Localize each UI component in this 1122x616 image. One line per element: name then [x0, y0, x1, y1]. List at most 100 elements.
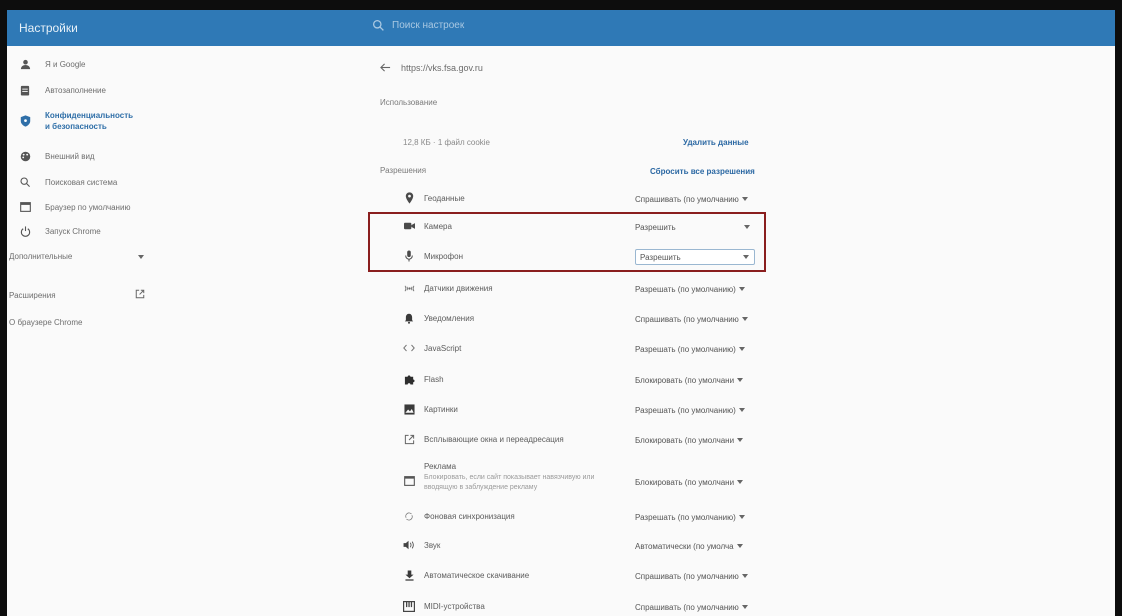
permission-value: Спрашивать (по умолчанию: [635, 314, 739, 324]
permission-select[interactable]: Спрашивать (по умолчанию: [635, 311, 755, 327]
sidebar-advanced-toggle[interactable]: Дополнительные: [9, 252, 144, 261]
permission-value: Спрашивать (по умолчанию: [635, 602, 739, 612]
permission-value: Спрашивать (по умолчанию: [635, 194, 739, 204]
permission-select[interactable]: Разрешать (по умолчанию): [635, 341, 755, 357]
permission-select[interactable]: Блокировать (по умолчани: [635, 432, 755, 448]
popup-icon: [403, 433, 415, 445]
permission-row-flash: Flash Блокировать (по умолчани: [365, 370, 765, 390]
chevron-down-icon: [737, 438, 744, 442]
permission-select[interactable]: Спрашивать (по умолчанию: [635, 568, 755, 584]
permission-select[interactable]: Разрешать (по умолчанию): [635, 509, 755, 525]
site-header: https://vks.fsa.gov.ru: [380, 62, 483, 73]
sidebar-item-on-startup[interactable]: Запуск Chrome: [19, 225, 101, 237]
permission-value: Разрешать (по умолчанию): [635, 512, 736, 522]
site-url: https://vks.fsa.gov.ru: [401, 62, 483, 73]
permission-row-images: Картинки Разрешать (по умолчанию): [365, 400, 765, 420]
chevron-down-icon: [738, 347, 745, 351]
sidebar-item-label: Браузер по умолчанию: [45, 202, 131, 212]
search-icon: [19, 176, 31, 188]
sidebar-item-appearance[interactable]: Внешний вид: [19, 150, 95, 162]
permission-row-javascript: JavaScript Разрешать (по умолчанию): [365, 339, 765, 359]
sidebar: Я и Google Автозаполнение Конфиденциальн…: [7, 46, 337, 616]
ads-icon: [403, 475, 415, 487]
site-settings-panel: https://vks.fsa.gov.ru Использование 12,…: [365, 46, 765, 616]
chevron-down-icon: [737, 378, 744, 382]
permission-label: Фоновая синхронизация: [424, 512, 515, 521]
sidebar-item-label: Конфиденциальность и безопасность: [45, 111, 134, 131]
permission-row-automatic-downloads: Автоматическое скачивание Спрашивать (по…: [365, 566, 765, 586]
screen-border-left: [0, 0, 7, 616]
permission-select[interactable]: Автоматически (по умолча: [635, 538, 755, 554]
settings-header: Настройки: [7, 10, 1115, 46]
permission-label: Датчики движения: [424, 284, 493, 293]
reset-permissions-button[interactable]: Сбросить все разрешения: [650, 167, 755, 176]
sidebar-item-label: Расширения: [9, 291, 56, 300]
sync-icon: [403, 510, 415, 522]
delete-data-button[interactable]: Удалить данные: [683, 138, 749, 147]
sound-icon: [403, 539, 415, 551]
shield-icon: [19, 115, 31, 127]
permission-label: Картинки: [424, 405, 458, 414]
highlight-box: [368, 212, 766, 272]
permission-select[interactable]: Спрашивать (по умолчанию: [635, 191, 755, 207]
permission-value: Автоматически (по умолча: [635, 541, 734, 551]
screen-border-top: [0, 0, 1122, 10]
midi-icon: [403, 600, 415, 612]
permission-value: Разрешать (по умолчанию): [635, 405, 736, 415]
image-icon: [403, 403, 415, 415]
permission-label: JavaScript: [424, 344, 462, 353]
sidebar-item-search-engine[interactable]: Поисковая система: [19, 176, 117, 188]
back-arrow-icon[interactable]: [380, 62, 391, 73]
chevron-down-icon: [738, 515, 745, 519]
chevron-down-icon: [741, 574, 748, 578]
permission-row-ads: Реклама Блокировать, если сайт показывае…: [365, 462, 765, 502]
puzzle-icon: [403, 373, 415, 385]
permission-value: Спрашивать (по умолчанию: [635, 571, 739, 581]
permissions-section-title: Разрешения: [380, 166, 427, 175]
sidebar-item-label: Автозаполнение: [45, 85, 106, 95]
permission-select[interactable]: Спрашивать (по умолчанию: [635, 599, 755, 615]
permission-row-popups: Всплывающие окна и переадресация Блокиро…: [365, 430, 765, 450]
clipboard-icon: [19, 84, 31, 96]
permission-description: Блокировать, если сайт показывает навязч…: [424, 474, 595, 491]
chevron-down-icon: [737, 480, 744, 484]
search-input[interactable]: [392, 20, 692, 31]
sidebar-advanced-label: Дополнительные: [9, 252, 73, 261]
sidebar-item-default-browser[interactable]: Браузер по умолчанию: [19, 201, 130, 213]
permission-label: Уведомления: [424, 314, 475, 323]
permission-select[interactable]: Блокировать (по умолчани: [635, 474, 755, 490]
sidebar-item-label: Я и Google: [45, 59, 86, 69]
search-icon[interactable]: [372, 19, 385, 32]
chevron-down-icon: [736, 544, 743, 548]
person-icon: [19, 58, 31, 70]
permission-value: Блокировать (по умолчани: [635, 435, 735, 445]
search-box[interactable]: [372, 19, 692, 32]
permission-label: MIDI-устройства: [424, 602, 485, 611]
permission-row-midi: MIDI-устройства Спрашивать (по умолчанию: [365, 597, 765, 616]
permission-select[interactable]: Блокировать (по умолчани: [635, 372, 755, 388]
permission-value: Блокировать (по умолчани: [635, 477, 735, 487]
power-icon: [19, 225, 31, 237]
sidebar-item-label: Внешний вид: [45, 151, 95, 161]
download-icon: [403, 569, 415, 581]
chevron-down-icon: [738, 287, 745, 291]
sidebar-item-you-and-google[interactable]: Я и Google: [19, 58, 86, 70]
browser-icon: [19, 201, 31, 213]
permission-row-location: Геоданные Спрашивать (по умолчанию: [365, 189, 765, 209]
permission-row-motion-sensors: Датчики движения Разрешать (по умолчанию…: [365, 279, 765, 299]
sidebar-item-extensions[interactable]: Расширения: [9, 291, 56, 300]
sidebar-item-privacy-security[interactable]: Конфиденциальность и безопасность: [19, 110, 159, 132]
external-link-icon[interactable]: [135, 289, 145, 299]
palette-icon: [19, 150, 31, 162]
sidebar-item-label: О браузере Chrome: [9, 318, 83, 327]
permission-select[interactable]: Разрешать (по умолчанию): [635, 402, 755, 418]
sidebar-item-about-chrome[interactable]: О браузере Chrome: [9, 318, 82, 327]
permission-select[interactable]: Разрешать (по умолчанию): [635, 281, 755, 297]
sidebar-item-label: Запуск Chrome: [45, 226, 101, 236]
sidebar-item-autofill[interactable]: Автозаполнение: [19, 84, 106, 96]
permission-value: Блокировать (по умолчани: [635, 375, 735, 385]
permission-row-background-sync: Фоновая синхронизация Разрешать (по умол…: [365, 507, 765, 527]
permission-label: Автоматическое скачивание: [424, 571, 530, 580]
settings-window: Настройки Я и Google Автозаполнение: [0, 0, 1122, 616]
permission-label: Геоданные: [424, 194, 465, 203]
